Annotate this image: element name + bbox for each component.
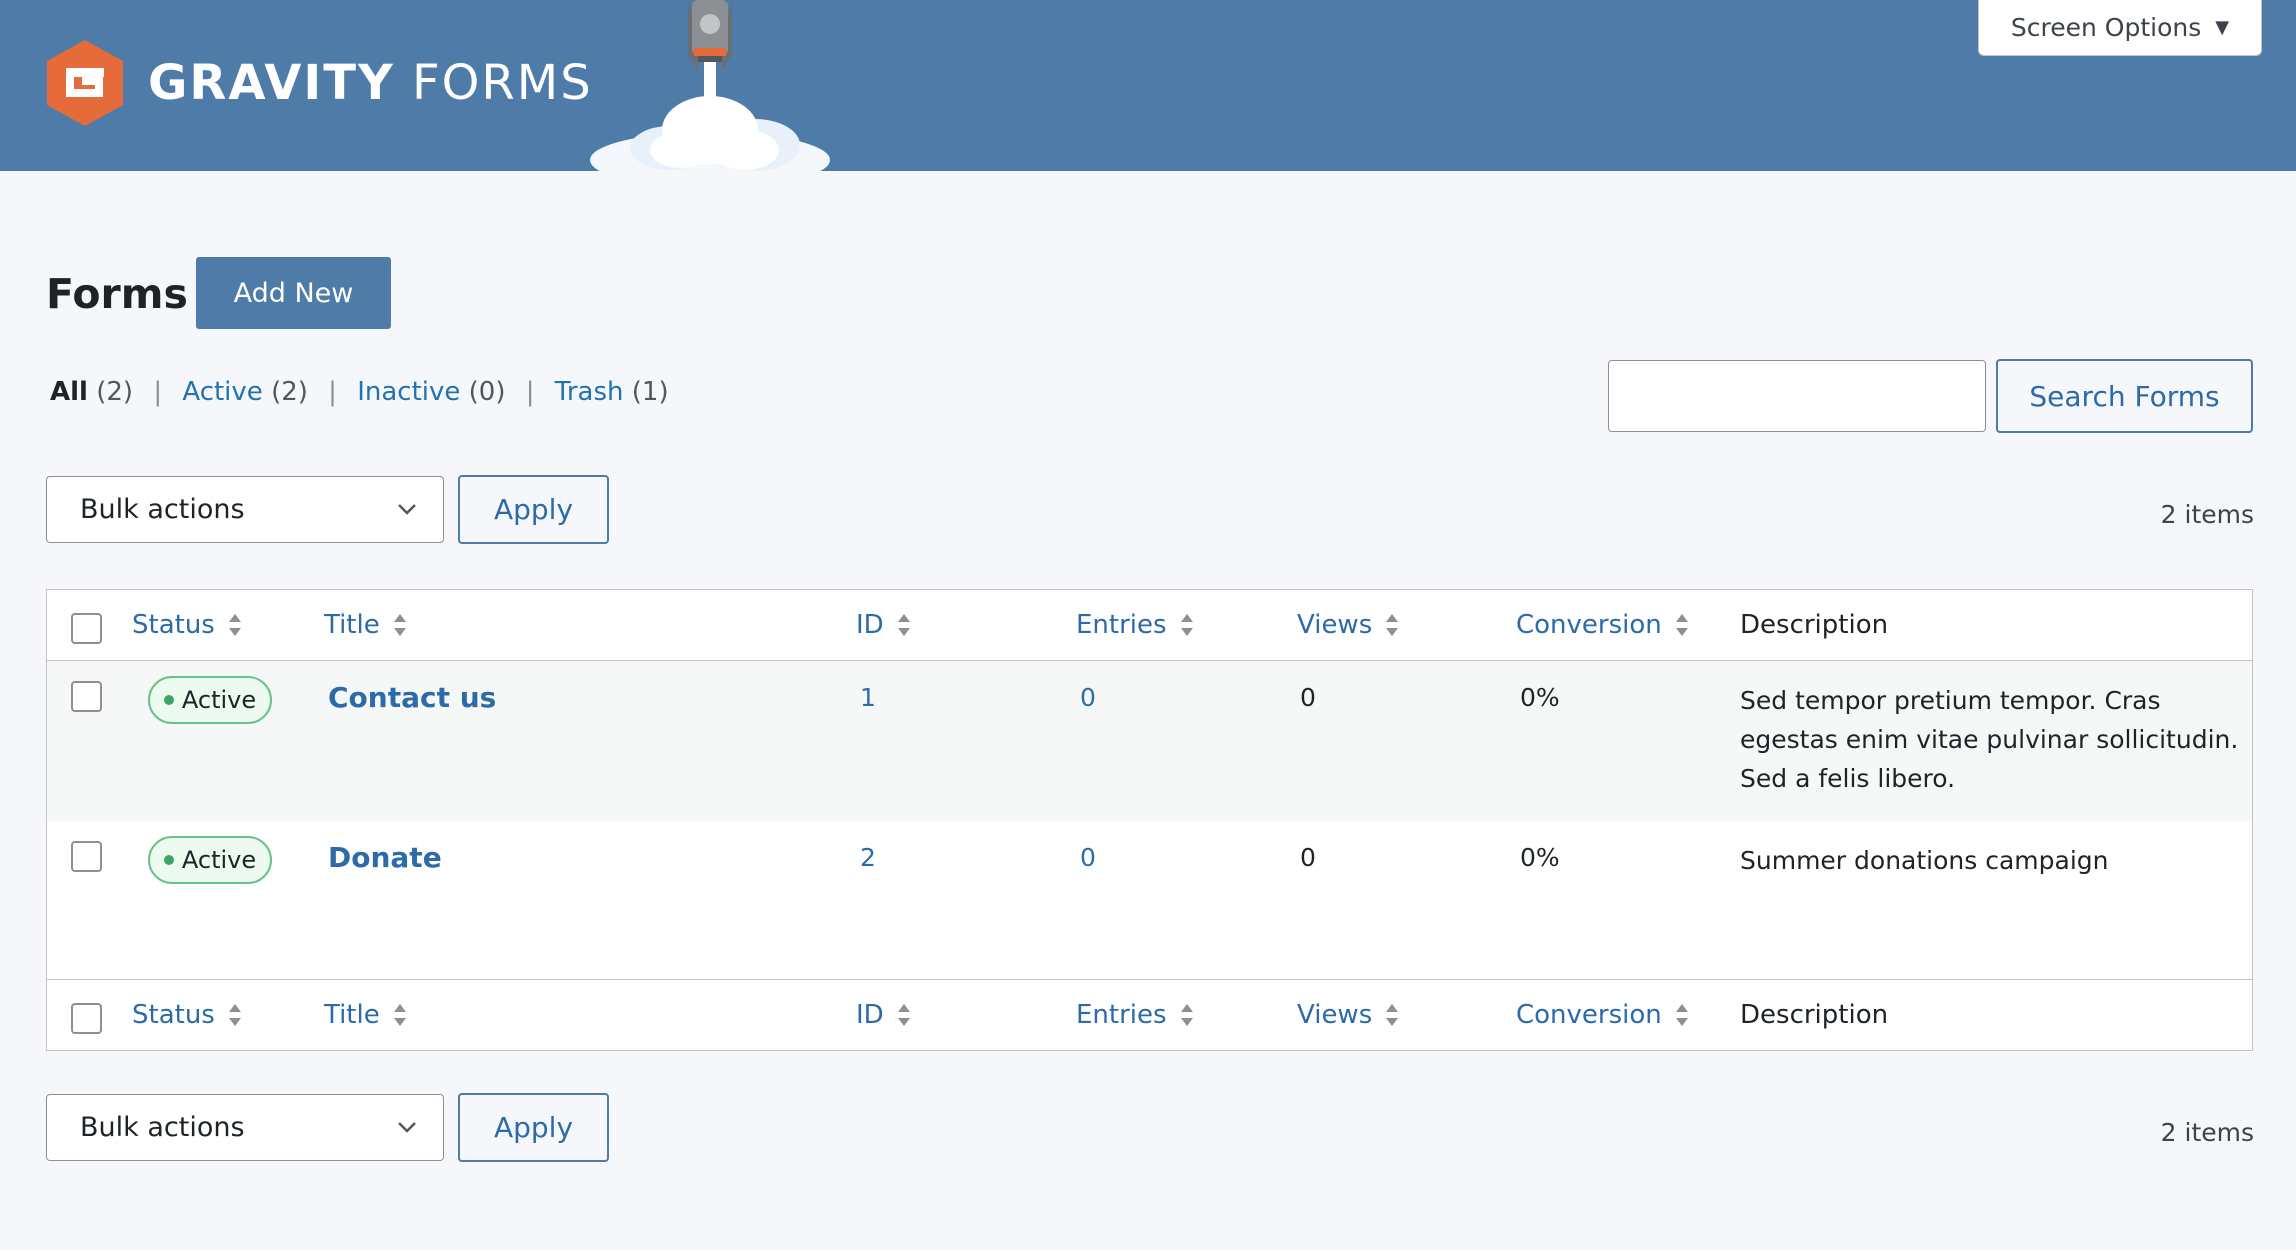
table-row: Active Donate 2 0 0 0% Summer donations …	[47, 821, 2252, 979]
form-id-link[interactable]: 1	[860, 683, 876, 712]
select-all-checkbox-footer[interactable]	[71, 1003, 102, 1034]
bulk-actions-select-top[interactable]: Bulk actions	[46, 476, 444, 543]
column-entries[interactable]: Entries	[1076, 610, 1195, 640]
status-filters: All (2) | Active (2) | Inactive (0) | Tr…	[50, 377, 669, 407]
chevron-down-icon	[398, 504, 416, 515]
column-conversion[interactable]: Conversion	[1516, 1000, 1690, 1030]
sort-icon	[1180, 614, 1193, 636]
sort-icon	[1180, 1004, 1193, 1026]
column-id[interactable]: ID	[856, 1000, 912, 1030]
filter-inactive[interactable]: Inactive	[357, 377, 460, 407]
brand-name: GRAVITY FORMS	[148, 55, 593, 111]
status-badge: Active	[148, 836, 272, 884]
sort-icon	[228, 614, 241, 636]
column-status[interactable]: Status	[132, 1000, 243, 1030]
separator: |	[153, 377, 163, 407]
column-title[interactable]: Title	[324, 1000, 408, 1030]
gravity-forms-logo[interactable]: GRAVITY FORMS	[44, 38, 593, 128]
filter-trash-count: (1)	[631, 377, 669, 407]
chevron-down-icon	[398, 1122, 416, 1133]
description-text: Sed tempor pretium tempor. Cras egestas …	[1740, 686, 2239, 793]
sort-icon	[228, 1004, 241, 1026]
table-row: Active Contact us 1 0 0 0% Sed tempor pr…	[47, 661, 2252, 821]
search-forms-button[interactable]: Search Forms	[1996, 359, 2253, 433]
column-id[interactable]: ID	[856, 610, 912, 640]
search-input[interactable]	[1608, 360, 1986, 432]
filter-active[interactable]: Active	[182, 377, 262, 407]
column-description: Description	[1740, 610, 1889, 640]
status-dot-icon	[163, 855, 174, 865]
column-title[interactable]: Title	[324, 610, 408, 640]
entries-link[interactable]: 0	[1080, 683, 1096, 712]
filter-all-count: (2)	[96, 377, 134, 407]
sort-icon	[1675, 614, 1688, 636]
table-footer: Status Title ID Entries Views Conversion…	[47, 979, 2252, 1050]
sort-icon	[1386, 614, 1399, 636]
conversion-value: 0%	[1520, 683, 1560, 712]
app-header: GRAVITY FORMS Screen Options ▼	[0, 0, 2296, 171]
filter-active-count: (2)	[271, 377, 308, 407]
rocket-illustration	[590, 0, 830, 171]
sort-icon	[897, 1004, 910, 1026]
entries-link[interactable]: 0	[1080, 843, 1096, 872]
column-views[interactable]: Views	[1297, 610, 1400, 640]
views-value: 0	[1300, 683, 1316, 712]
page-title: Forms	[46, 270, 188, 318]
form-title-link[interactable]: Donate	[328, 841, 442, 874]
sort-icon	[1386, 1004, 1399, 1026]
gravity-forms-logo-icon	[47, 40, 123, 126]
filter-trash[interactable]: Trash	[555, 377, 624, 407]
bulk-actions-select-bottom[interactable]: Bulk actions	[46, 1094, 444, 1161]
apply-button-top[interactable]: Apply	[458, 475, 609, 544]
sort-icon	[897, 614, 910, 636]
items-count-bottom: 2 items	[2160, 1118, 2254, 1147]
sort-icon	[1675, 1004, 1688, 1026]
column-conversion[interactable]: Conversion	[1516, 610, 1690, 640]
caret-down-icon: ▼	[2215, 17, 2230, 38]
column-status[interactable]: Status	[132, 610, 243, 640]
sort-icon	[393, 1004, 406, 1026]
row-checkbox[interactable]	[71, 841, 102, 872]
column-views[interactable]: Views	[1297, 1000, 1400, 1030]
form-title-link[interactable]: Contact us	[328, 681, 496, 714]
select-all-checkbox[interactable]	[71, 613, 102, 644]
apply-button-bottom[interactable]: Apply	[458, 1093, 609, 1162]
add-new-button[interactable]: Add New	[196, 257, 391, 329]
status-dot-icon	[163, 695, 174, 705]
conversion-value: 0%	[1520, 843, 1560, 872]
screen-options-button[interactable]: Screen Options ▼	[1978, 0, 2262, 56]
forms-table: Status Title ID Entries Views Conversion…	[46, 589, 2253, 1051]
filter-inactive-count: (0)	[468, 377, 506, 407]
column-entries[interactable]: Entries	[1076, 1000, 1195, 1030]
separator: |	[328, 377, 337, 407]
row-checkbox[interactable]	[71, 681, 102, 712]
filter-all[interactable]: All	[50, 377, 88, 407]
column-description: Description	[1740, 1000, 1889, 1030]
sort-icon	[393, 614, 406, 636]
separator: |	[525, 377, 535, 407]
table-header: Status Title ID Entries Views Conversion…	[47, 590, 2252, 661]
description-text: Summer donations campaign	[1740, 846, 2109, 875]
form-id-link[interactable]: 2	[860, 843, 876, 872]
views-value: 0	[1300, 843, 1316, 872]
status-badge: Active	[148, 676, 272, 724]
items-count-top: 2 items	[2160, 500, 2254, 529]
